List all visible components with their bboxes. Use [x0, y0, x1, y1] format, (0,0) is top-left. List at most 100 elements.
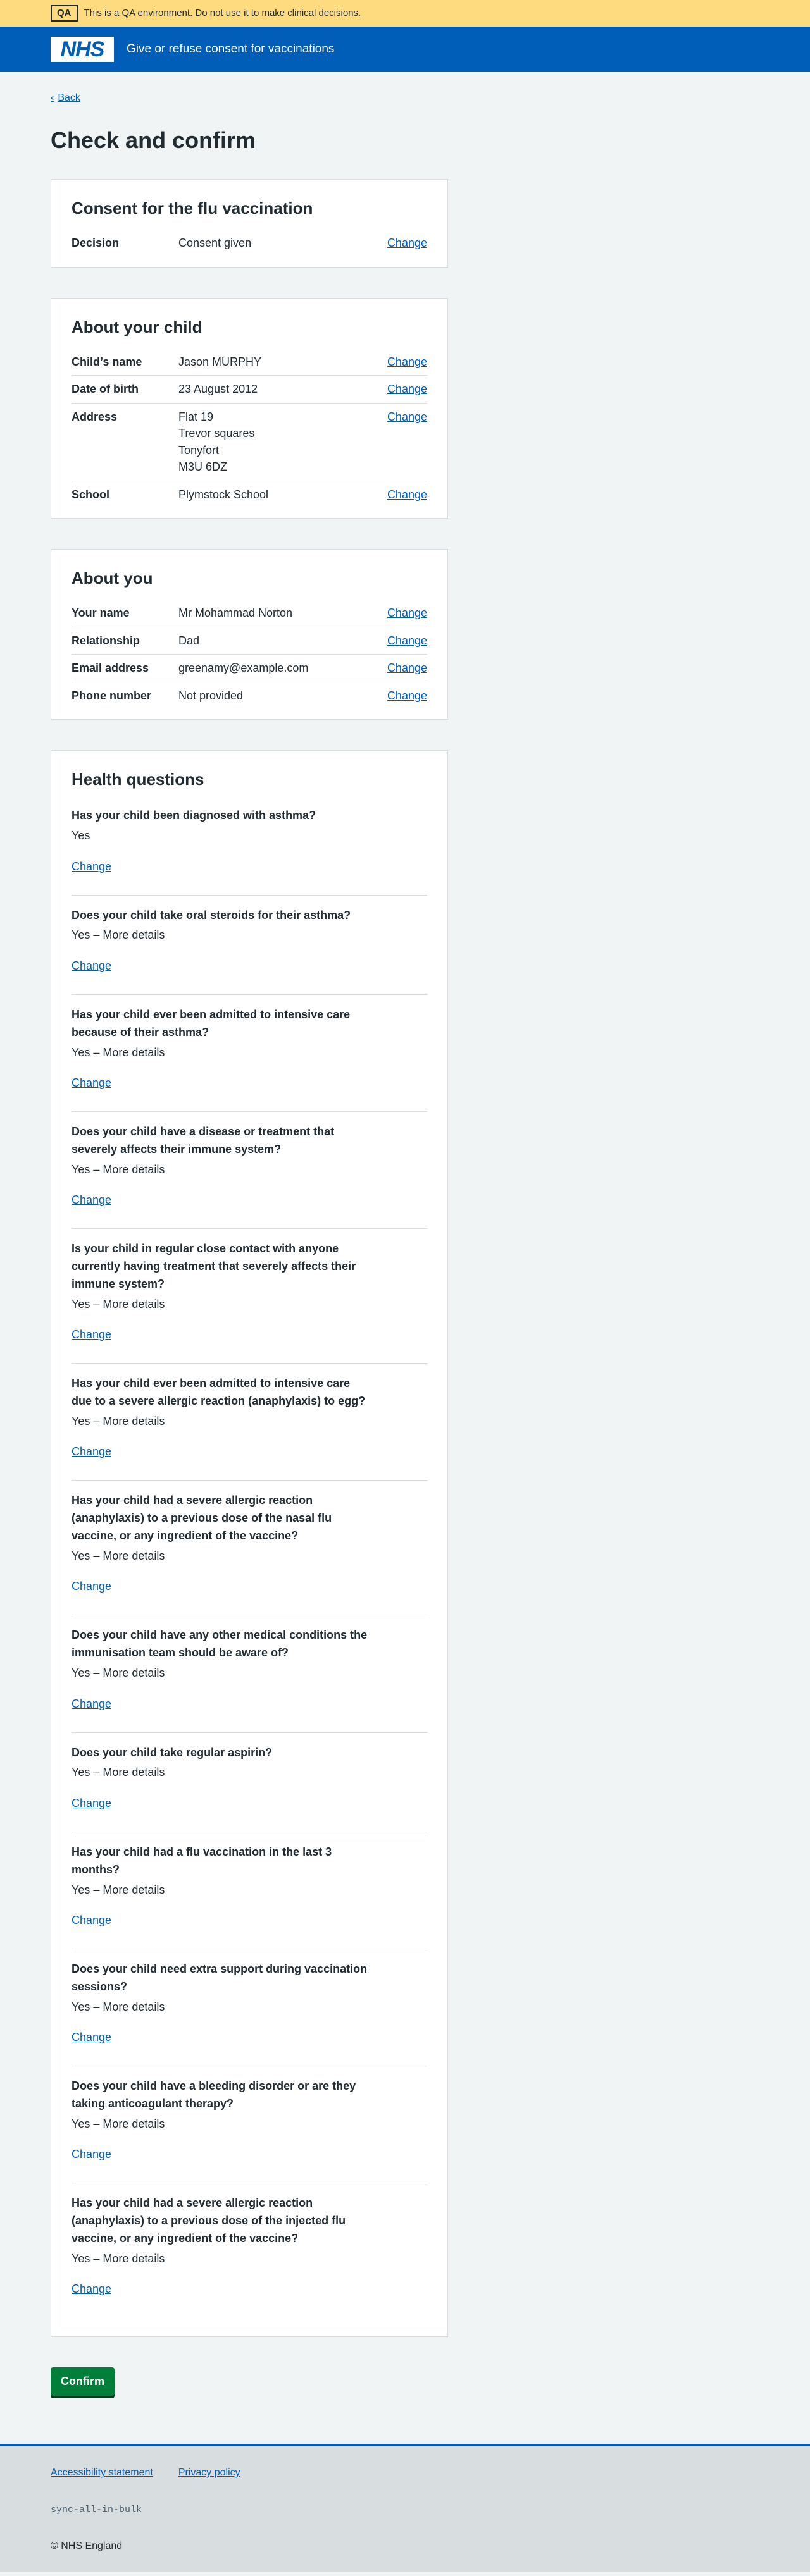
address-line: Trevor squares: [178, 427, 255, 440]
health-question: Does your child take oral steroids for t…: [72, 896, 427, 995]
question-text: Does your child take oral steroids for t…: [72, 908, 351, 921]
health-question: Does your child take regular aspirin? Ye…: [72, 1733, 427, 1832]
site-header: NHS Give or refuse consent for vaccinati…: [0, 27, 810, 72]
health-question: Does your child have a disease or treatm…: [72, 1112, 427, 1229]
question-answer: Yes – More details: [72, 1297, 165, 1310]
change-parent-name-link[interactable]: Change: [383, 605, 427, 621]
health-question: Does your child have a bleeding disorder…: [72, 2066, 427, 2184]
child-card: About your child Child’s name Jason MURP…: [51, 297, 448, 519]
change-answer-link[interactable]: Change: [72, 1326, 111, 1343]
health-question: Has your child ever been admitted to int…: [72, 1364, 427, 1481]
health-heading: Health questions: [72, 770, 204, 789]
question-text: Has your child had a flu vaccination in …: [72, 1845, 332, 1876]
summary-key: Your name: [72, 607, 130, 620]
summary-value: Dad: [178, 634, 200, 647]
summary-value: Mr Mohammad Norton: [178, 607, 293, 620]
health-question: Does your child have any other medical c…: [72, 1615, 427, 1733]
change-answer-link[interactable]: Change: [72, 1443, 111, 1460]
parent-card: About you Your name Mr Mohammad Norton C…: [51, 549, 448, 720]
change-answer-link[interactable]: Change: [72, 2029, 111, 2045]
build-identifier: sync-all-in-bulk: [51, 2504, 142, 2515]
summary-key: Relationship: [72, 634, 140, 647]
summary-key: Address: [72, 410, 118, 423]
accessibility-statement-link[interactable]: Accessibility statement: [51, 2465, 153, 2480]
summary-value: Plymstock School: [178, 488, 269, 501]
environment-tag: QA: [51, 5, 78, 22]
health-question: Has your child ever been admitted to int…: [72, 995, 427, 1112]
summary-row-dob: Date of birth 23 August 2012 Change: [72, 376, 427, 404]
child-heading: About your child: [72, 317, 202, 336]
change-answer-link[interactable]: Change: [72, 2146, 111, 2162]
change-child-name-link[interactable]: Change: [383, 354, 427, 370]
change-email-link[interactable]: Change: [383, 660, 427, 676]
change-answer-link[interactable]: Change: [72, 958, 111, 974]
change-answer-link[interactable]: Change: [72, 1192, 111, 1208]
summary-key: Phone number: [72, 689, 152, 702]
main-content: ‹ Back Check and confirm Consent for the…: [0, 72, 810, 2444]
question-answer: Yes – More details: [72, 1766, 165, 1779]
summary-key: Email address: [72, 662, 149, 675]
change-address-link[interactable]: Change: [383, 409, 427, 476]
service-name[interactable]: Give or refuse consent for vaccinations: [127, 40, 334, 58]
question-text: Has your child ever been admitted to int…: [72, 1008, 351, 1038]
change-answer-link[interactable]: Change: [72, 1795, 111, 1811]
privacy-policy-link[interactable]: Privacy policy: [178, 2465, 240, 2480]
change-dob-link[interactable]: Change: [383, 381, 427, 397]
summary-row-address: Address Flat 19 Trevor squares Tonyfort …: [72, 404, 427, 481]
question-text: Does your child have a disease or treatm…: [72, 1125, 335, 1156]
health-question: Has your child had a severe allergic rea…: [72, 2183, 427, 2317]
summary-value: greenamy@example.com: [178, 662, 309, 675]
question-answer: Yes – More details: [72, 1162, 165, 1176]
summary-key: Date of birth: [72, 383, 139, 396]
health-question: Has your child had a severe allergic rea…: [72, 1481, 427, 1616]
back-link[interactable]: ‹ Back: [51, 90, 80, 106]
health-question: Does your child need extra support durin…: [72, 1949, 427, 2067]
environment-warning: This is a QA environment. Do not use it …: [84, 7, 361, 18]
health-question: Has your child been diagnosed with asthm…: [72, 807, 427, 896]
copyright: © NHS England: [51, 2540, 123, 2551]
parent-heading: About you: [72, 569, 153, 588]
summary-value: 23 August 2012: [178, 383, 258, 396]
summary-key: Decision: [72, 237, 120, 250]
summary-value-address: Flat 19 Trevor squares Tonyfort M3U 6DZ: [178, 409, 383, 476]
change-answer-link[interactable]: Change: [72, 1578, 111, 1594]
summary-row-school: School Plymstock School Change: [72, 481, 427, 508]
site-footer: Accessibility statement Privacy policy s…: [0, 2444, 810, 2572]
question-text: Has your child ever been admitted to int…: [72, 1377, 366, 1408]
change-answer-link[interactable]: Change: [72, 858, 111, 875]
summary-value: Jason MURPHY: [178, 355, 262, 368]
change-answer-link[interactable]: Change: [72, 1075, 111, 1091]
question-answer: Yes – More details: [72, 1883, 165, 1896]
health-questions-card: Health questions Has your child been dia…: [51, 750, 448, 2338]
nhs-logo[interactable]: NHS: [51, 37, 114, 62]
environment-banner: QA This is a QA environment. Do not use …: [0, 0, 810, 27]
change-answer-link[interactable]: Change: [72, 2281, 111, 2297]
change-school-link[interactable]: Change: [383, 486, 427, 503]
footer-links: Accessibility statement Privacy policy: [51, 2465, 759, 2480]
change-relationship-link[interactable]: Change: [383, 632, 427, 649]
address-line: Flat 19: [178, 410, 214, 423]
question-answer: Yes – More details: [72, 928, 165, 942]
question-answer: Yes: [72, 829, 90, 842]
summary-value: Consent given: [178, 237, 252, 250]
consent-card: Consent for the flu vaccination Decision…: [51, 179, 448, 268]
change-answer-link[interactable]: Change: [72, 1696, 111, 1712]
summary-row-phone: Phone number Not provided Change: [72, 682, 427, 709]
summary-row-parent-name: Your name Mr Mohammad Norton Change: [72, 600, 427, 627]
question-text: Does your child need extra support durin…: [72, 1962, 368, 1993]
summary-value: Not provided: [178, 689, 244, 702]
confirm-button[interactable]: Confirm: [51, 2367, 115, 2396]
change-phone-link[interactable]: Change: [383, 687, 427, 704]
back-link-label: Back: [58, 92, 80, 103]
address-line: M3U 6DZ: [178, 460, 228, 474]
question-text: Is your child in regular close contact w…: [72, 1242, 356, 1290]
question-text: Does your child have any other medical c…: [72, 1629, 368, 1660]
question-answer: Yes – More details: [72, 1667, 165, 1680]
page-title: Check and confirm: [51, 126, 256, 153]
question-answer: Yes – More details: [72, 1550, 165, 1563]
summary-row-email: Email address greenamy@example.com Chang…: [72, 655, 427, 682]
question-text: Has your child been diagnosed with asthm…: [72, 809, 316, 822]
change-answer-link[interactable]: Change: [72, 1912, 111, 1928]
consent-heading: Consent for the flu vaccination: [72, 199, 313, 218]
change-decision-link[interactable]: Change: [383, 235, 427, 251]
